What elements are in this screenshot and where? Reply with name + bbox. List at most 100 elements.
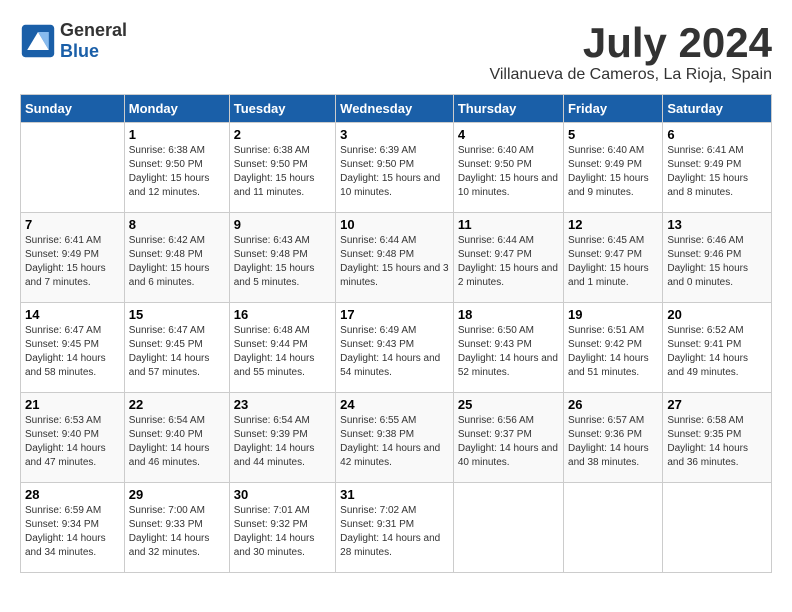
day-details: Sunrise: 7:01 AMSunset: 9:32 PMDaylight:… [234,504,331,560]
day-details: Sunrise: 6:54 AMSunset: 9:39 PMDaylight:… [234,414,331,470]
day-number: 3 [340,127,449,142]
calendar-cell: 1Sunrise: 6:38 AMSunset: 9:50 PMDaylight… [124,123,229,213]
weekday-header: Thursday [453,95,563,123]
day-number: 21 [25,397,120,412]
calendar-cell: 12Sunrise: 6:45 AMSunset: 9:47 PMDayligh… [564,213,663,303]
calendar-week-row: 1 Sunrise: 6:38 AMSunset: 9:50 PMDaylight… [21,123,772,213]
day-details: Sunrise: 7:00 AMSunset: 9:33 PMDaylight:… [129,504,225,560]
logo-icon [20,23,56,59]
day-number: 20 [667,307,767,322]
day-details: Sunrise: 6:57 AMSunset: 9:36 PMDaylight:… [568,414,658,470]
calendar-cell: 17 Sunrise: 6:49 AMSunset: 9:43 PMDayligh… [336,303,454,393]
calendar-cell: 13 Sunrise: 6:46 AMSunset: 9:46 PMDayligh… [663,213,772,303]
weekday-header: Wednesday [336,95,454,123]
day-details: Sunrise: 6:48 AMSunset: 9:44 PMDaylight:… [234,324,331,380]
calendar-cell: 20 Sunrise: 6:52 AMSunset: 9:41 PMDayligh… [663,303,772,393]
day-number: 2 [234,127,331,142]
day-details: Sunrise: 6:42 AMSunset: 9:48 PMDaylight:… [129,234,225,290]
calendar-cell [663,483,772,573]
calendar-week-row: 14Sunrise: 6:47 AMSunset: 9:45 PMDayligh… [21,303,772,393]
day-number: 17 [340,307,449,322]
calendar-cell: 16 Sunrise: 6:48 AMSunset: 9:44 PMDayligh… [229,303,335,393]
day-number: 9 [234,217,331,232]
calendar-week-row: 28 Sunrise: 6:59 AMSunset: 9:34 PMDayligh… [21,483,772,573]
month-title: July 2024 [489,20,772,66]
day-number: 29 [129,487,225,502]
day-number: 13 [667,217,767,232]
day-number: 11 [458,217,559,232]
day-details: Sunrise: 6:40 AMSunset: 9:49 PMDaylight:… [568,144,658,200]
calendar-cell: 15 Sunrise: 6:47 AMSunset: 9:45 PMDayligh… [124,303,229,393]
calendar-cell: 7Sunrise: 6:41 AMSunset: 9:49 PMDaylight… [21,213,125,303]
calendar-cell: 29 Sunrise: 7:00 AMSunset: 9:33 PMDayligh… [124,483,229,573]
day-number: 25 [458,397,559,412]
weekday-header: Saturday [663,95,772,123]
day-number: 24 [340,397,449,412]
weekday-header: Tuesday [229,95,335,123]
day-details: Sunrise: 7:02 AMSunset: 9:31 PMDaylight:… [340,504,449,560]
logo: General Blue [20,20,127,62]
day-details: Sunrise: 6:59 AMSunset: 9:34 PMDaylight:… [25,504,120,560]
day-number: 18 [458,307,559,322]
day-number: 22 [129,397,225,412]
day-details: Sunrise: 6:51 AMSunset: 9:42 PMDaylight:… [568,324,658,380]
calendar-cell: 28 Sunrise: 6:59 AMSunset: 9:34 PMDayligh… [21,483,125,573]
calendar-cell [453,483,563,573]
day-details: Sunrise: 6:47 AMSunset: 9:45 PMDaylight:… [25,324,120,380]
day-details: Sunrise: 6:55 AMSunset: 9:38 PMDaylight:… [340,414,449,470]
day-number: 1 [129,127,225,142]
day-number: 19 [568,307,658,322]
calendar-cell: 21Sunrise: 6:53 AMSunset: 9:40 PMDayligh… [21,393,125,483]
calendar-cell: 6 Sunrise: 6:41 AMSunset: 9:49 PMDaylight… [663,123,772,213]
day-number: 8 [129,217,225,232]
day-number: 28 [25,487,120,502]
calendar-table: SundayMondayTuesdayWednesdayThursdayFrid… [20,94,772,573]
day-number: 5 [568,127,658,142]
day-details: Sunrise: 6:52 AMSunset: 9:41 PMDaylight:… [667,324,767,380]
calendar-week-row: 7Sunrise: 6:41 AMSunset: 9:49 PMDaylight… [21,213,772,303]
calendar-cell: 23Sunrise: 6:54 AMSunset: 9:39 PMDayligh… [229,393,335,483]
day-number: 6 [667,127,767,142]
day-details: Sunrise: 6:40 AMSunset: 9:50 PMDaylight:… [458,144,559,200]
day-details: Sunrise: 6:41 AMSunset: 9:49 PMDaylight:… [25,234,120,290]
day-number: 15 [129,307,225,322]
calendar-cell: 30 Sunrise: 7:01 AMSunset: 9:32 PMDayligh… [229,483,335,573]
calendar-cell: 25Sunrise: 6:56 AMSunset: 9:37 PMDayligh… [453,393,563,483]
weekday-header: Sunday [21,95,125,123]
weekday-header: Monday [124,95,229,123]
calendar-cell [564,483,663,573]
day-number: 31 [340,487,449,502]
day-number: 16 [234,307,331,322]
logo-text-general: General [60,20,127,40]
weekday-header: Friday [564,95,663,123]
weekday-header-row: SundayMondayTuesdayWednesdayThursdayFrid… [21,95,772,123]
location-title: Villanueva de Cameros, La Rioja, Spain [489,66,772,84]
day-details: Sunrise: 6:41 AMSunset: 9:49 PMDaylight:… [667,144,767,200]
day-details: Sunrise: 6:47 AMSunset: 9:45 PMDaylight:… [129,324,225,380]
day-details: Sunrise: 6:38 AMSunset: 9:50 PMDaylight:… [234,144,331,200]
day-details: Sunrise: 6:49 AMSunset: 9:43 PMDaylight:… [340,324,449,380]
day-details: Sunrise: 6:46 AMSunset: 9:46 PMDaylight:… [667,234,767,290]
calendar-cell: 22 Sunrise: 6:54 AMSunset: 9:40 PMDayligh… [124,393,229,483]
calendar-cell: 8 Sunrise: 6:42 AMSunset: 9:48 PMDaylight… [124,213,229,303]
calendar-cell: 14Sunrise: 6:47 AMSunset: 9:45 PMDayligh… [21,303,125,393]
calendar-cell: 4Sunrise: 6:40 AMSunset: 9:50 PMDaylight… [453,123,563,213]
calendar-cell: 19 Sunrise: 6:51 AMSunset: 9:42 PMDayligh… [564,303,663,393]
calendar-cell: 3Sunrise: 6:39 AMSunset: 9:50 PMDaylight… [336,123,454,213]
day-number: 30 [234,487,331,502]
day-details: Sunrise: 6:44 AMSunset: 9:47 PMDaylight:… [458,234,559,290]
day-number: 10 [340,217,449,232]
logo-text-blue: Blue [60,41,99,61]
day-details: Sunrise: 6:54 AMSunset: 9:40 PMDaylight:… [129,414,225,470]
day-number: 26 [568,397,658,412]
calendar-cell: 27Sunrise: 6:58 AMSunset: 9:35 PMDayligh… [663,393,772,483]
day-details: Sunrise: 6:50 AMSunset: 9:43 PMDaylight:… [458,324,559,380]
day-details: Sunrise: 6:45 AMSunset: 9:47 PMDaylight:… [568,234,658,290]
calendar-cell: 18 Sunrise: 6:50 AMSunset: 9:43 PMDayligh… [453,303,563,393]
page-header: General Blue July 2024 Villanueva de Cam… [20,20,772,84]
calendar-cell [21,123,125,213]
day-number: 27 [667,397,767,412]
title-section: July 2024 Villanueva de Cameros, La Rioj… [489,20,772,84]
calendar-cell: 26 Sunrise: 6:57 AMSunset: 9:36 PMDayligh… [564,393,663,483]
calendar-cell: 10Sunrise: 6:44 AMSunset: 9:48 PMDayligh… [336,213,454,303]
